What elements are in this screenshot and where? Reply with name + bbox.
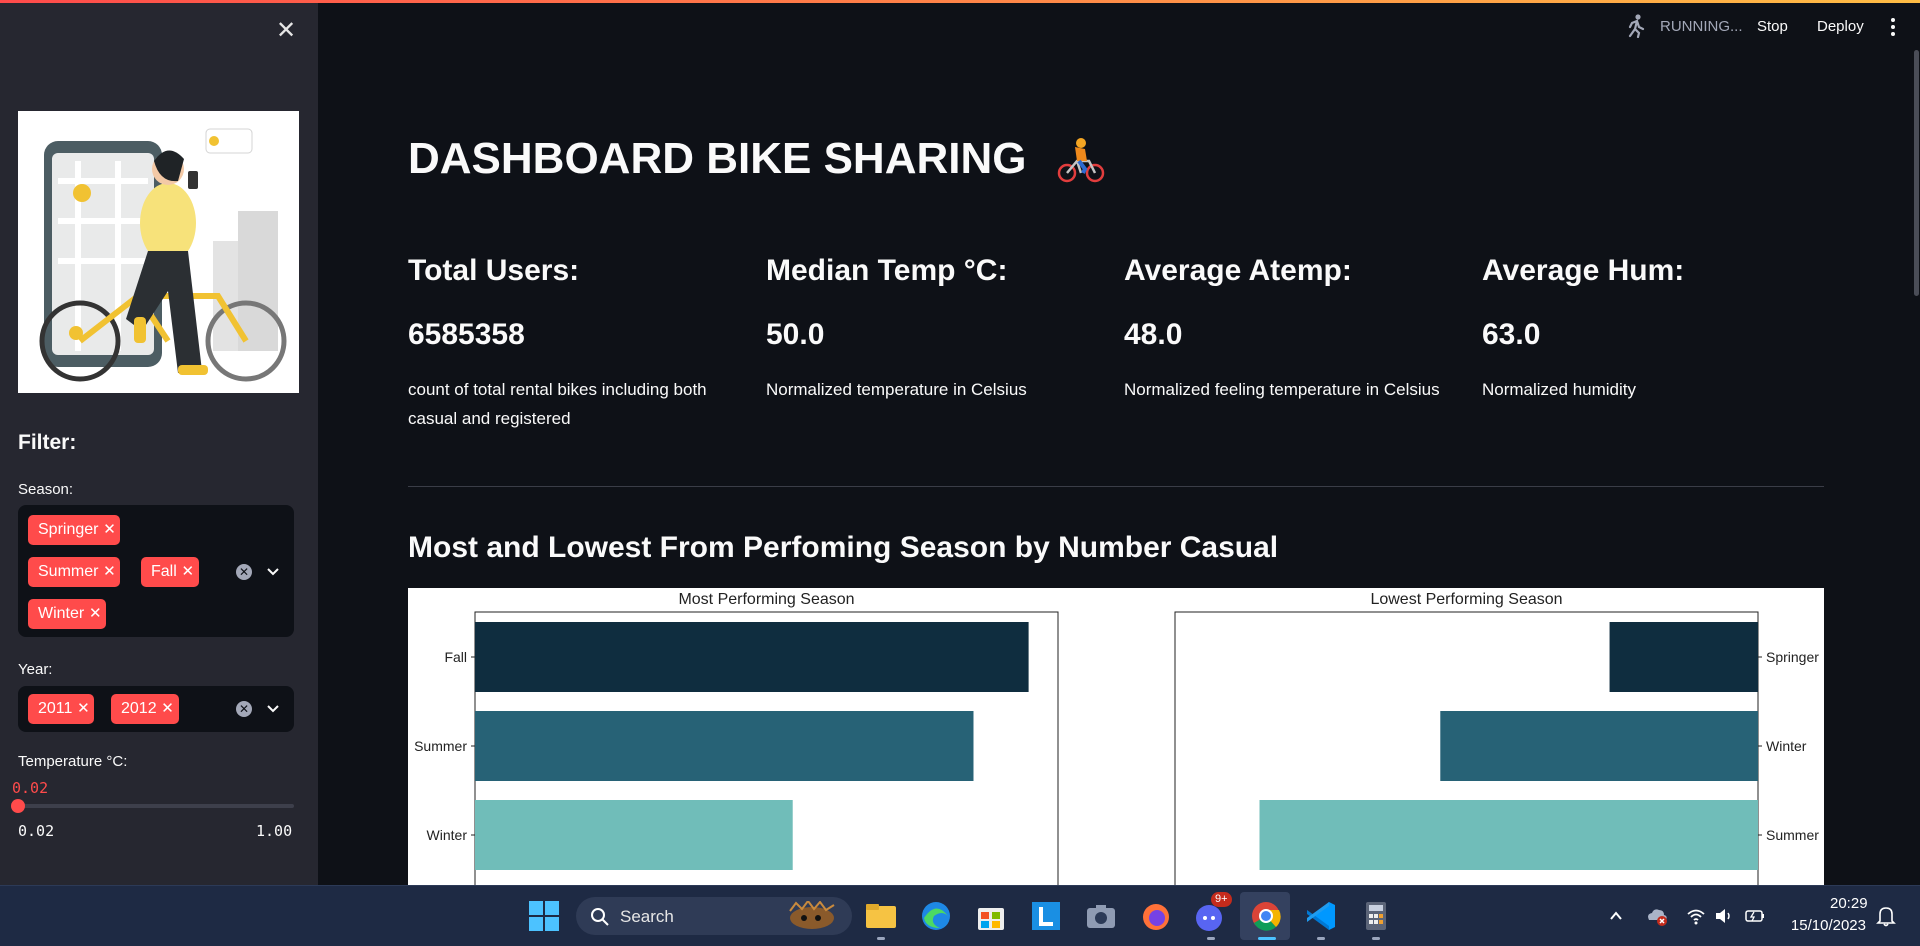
season-label: Season: [18,481,74,498]
notification-bell-icon[interactable] [1876,905,1896,927]
notification-badge: 9+ [1211,892,1232,907]
clock-date[interactable]: 15/10/2023 [1786,917,1866,934]
microsoft-store-icon[interactable] [971,896,1011,936]
running-indicator [877,937,885,940]
clock-time[interactable]: 20:29 [1830,895,1868,912]
category-tick-label: Summer [1766,827,1819,843]
category-tick-label: Winter [1766,738,1807,754]
remove-icon[interactable]: ✕ [177,557,199,587]
running-man-icon [1628,14,1645,38]
temperature-slider-thumb[interactable] [11,799,25,813]
year-multiselect[interactable]: 2011 ✕ 2012 ✕ ✕ [18,686,294,732]
file-explorer-icon[interactable] [861,896,901,936]
onedrive-error-icon[interactable] [1646,906,1668,926]
search-icon [591,908,609,926]
temperature-label: Temperature °C: [18,753,128,770]
sidebar-illustration [18,111,299,393]
bar [1440,711,1758,781]
season-chip[interactable]: Winter ✕ [28,599,107,629]
remove-icon[interactable]: ✕ [98,557,120,587]
edge-browser-icon[interactable] [916,896,956,936]
vscode-icon[interactable] [1301,896,1341,936]
metric-label: Total Users: [408,254,580,287]
vertical-scrollbar[interactable] [1914,50,1919,296]
camera-icon[interactable] [1081,896,1121,936]
slider-current-value: 0.02 [12,779,49,797]
bar [475,800,793,870]
page-title: DASHBOARD BIKE SHARING [408,134,1105,185]
chart-title: Lowest Performing Season [1370,591,1562,608]
wifi-icon[interactable] [1686,907,1706,925]
season-chip[interactable]: Fall ✕ [141,557,199,587]
remove-icon[interactable]: ✕ [72,694,94,724]
metric-description: Normalized humidity [1482,380,1636,399]
metric-description: count of total rental bikes including bo… [408,380,707,428]
close-icon[interactable]: ✕ [274,19,298,43]
chevron-up-icon[interactable] [1608,908,1624,924]
year-label: Year: [18,661,53,678]
bar [475,622,1029,692]
bar [1609,622,1758,692]
category-tick-label: Summer [414,738,467,754]
remove-icon[interactable]: ✕ [84,599,106,629]
clear-all-icon[interactable]: ✕ [236,701,252,717]
year-chip[interactable]: 2011 ✕ [28,694,95,724]
season-chip[interactable]: Springer ✕ [28,515,121,545]
l-app-icon[interactable] [1026,896,1066,936]
sidebar: ✕ Filter: Season: Springer ✕ Summer ✕ Fa… [0,3,318,885]
category-tick-label: Fall [444,649,467,665]
running-indicator [1372,937,1380,940]
calculator-icon[interactable] [1356,896,1396,936]
metric-value: 63.0 [1482,318,1541,351]
hedgehog-search-highlight-icon [789,901,835,929]
chrome-icon[interactable] [1246,896,1286,936]
year-chip[interactable]: 2012 ✕ [111,694,179,724]
search-placeholder: Search [620,907,674,926]
metric-description: Normalized temperature in Celsius [766,380,1027,399]
clear-all-icon[interactable]: ✕ [236,564,252,580]
stop-button[interactable]: Stop [1757,18,1788,35]
metric-value: 50.0 [766,318,825,351]
battery-icon[interactable] [1744,907,1766,925]
category-tick-label: Springer [1766,649,1819,665]
remove-icon[interactable]: ✕ [157,694,179,724]
volume-icon[interactable] [1714,907,1734,925]
category-tick-label: Winter [427,827,468,843]
remove-icon[interactable]: ✕ [98,515,120,545]
season-bar-charts: Most Performing Season Fall Summer Winter Lo… [414,591,1819,913]
filter-heading: Filter: [18,431,77,454]
main-menu-icon[interactable] [1888,16,1898,38]
metric-description: Normalized feeling temperature in Celsiu… [1124,380,1440,399]
season-charts: Most Performing Season Fall Summer Winter Lo… [408,588,1824,913]
bicyclist-icon [1057,138,1104,183]
bar [1259,800,1758,870]
slider-min-value: 0.02 [18,822,55,840]
running-indicator [1317,937,1325,940]
running-status: RUNNING... [1660,18,1743,35]
metric-label: Average Atemp: [1124,254,1352,287]
section-title: Most and Lowest From Perfoming Season by… [408,531,1279,564]
chevron-down-icon[interactable] [264,563,282,581]
running-indicator [1207,937,1215,940]
firefox-icon[interactable] [1136,896,1176,936]
taskbar-search[interactable]: Search [576,897,852,935]
metric-label: Average Hum: [1482,254,1685,287]
chart-title: Most Performing Season [678,591,854,608]
taskbar: Search 9+ 20:29 15/10/2023 [0,885,1920,946]
windows-start-icon[interactable] [524,896,564,936]
chevron-down-icon[interactable] [264,700,282,718]
divider [408,486,1824,487]
metric-value: 48.0 [1124,318,1183,351]
temperature-slider-track[interactable] [18,804,294,808]
active-indicator [1258,937,1276,940]
deploy-button[interactable]: Deploy [1817,18,1864,35]
slider-max-value: 1.00 [256,822,293,840]
season-multiselect[interactable]: Springer ✕ Summer ✕ Fall ✕ Winter ✕ ✕ [18,505,294,637]
metric-value: 6585358 [408,318,525,351]
season-chip[interactable]: Summer ✕ [28,557,121,587]
metric-label: Median Temp °C: [766,254,1008,287]
bar [475,711,974,781]
